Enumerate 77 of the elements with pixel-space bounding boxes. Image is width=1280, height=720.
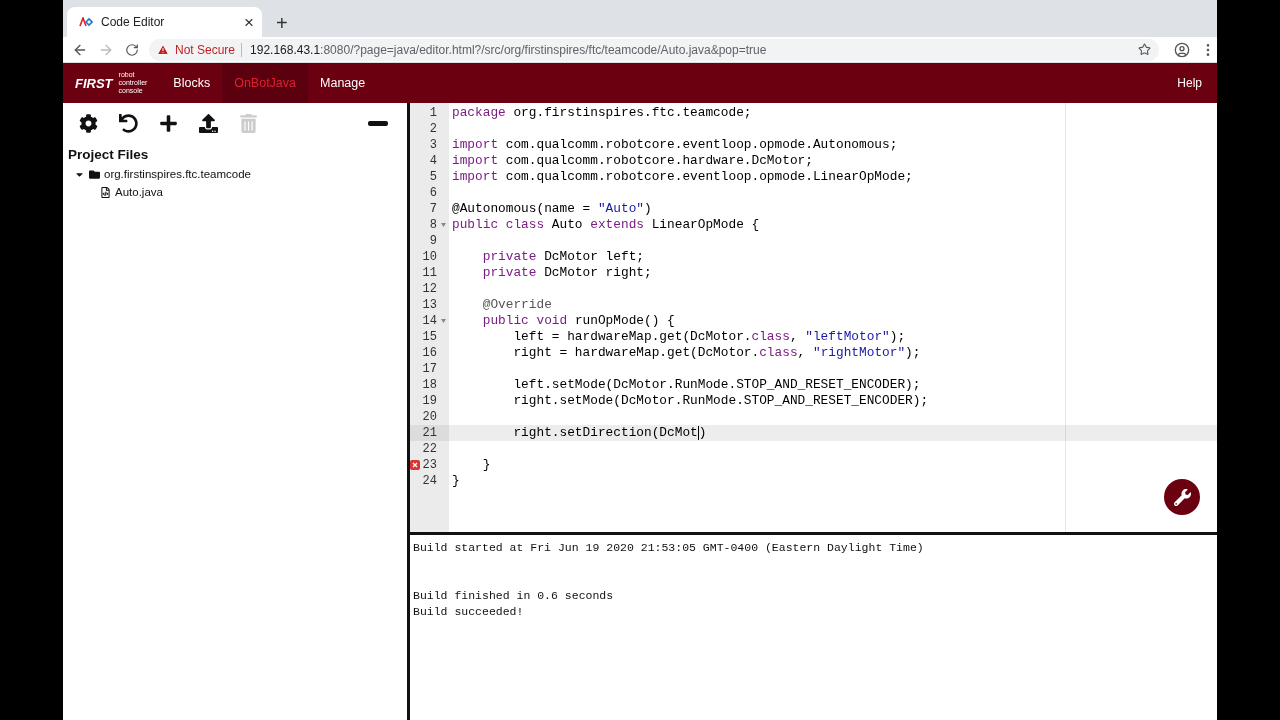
security-label: Not Secure — [175, 42, 236, 57]
console-line: Build started at Fri Jun 19 2020 21:53:05 GMT-0400 (Eastern Daylight Time) — [413, 540, 925, 556]
browser-tab[interactable]: Code Editor × — [67, 7, 262, 37]
plus-icon[interactable] — [159, 114, 178, 133]
code-editor[interactable] — [410, 103, 1217, 535]
code-line: public class Auto extends LinearOpMode { — [451, 217, 761, 233]
reload-icon[interactable] — [123, 42, 141, 57]
line-number: 6 — [428, 185, 438, 201]
help-link[interactable]: Help — [1177, 63, 1202, 103]
code-line: private DcMotor right; — [481, 265, 653, 281]
folder-icon — [89, 168, 100, 180]
nav-tab[interactable]: Manage — [308, 63, 378, 103]
code-line: public void runOpMode() { — [481, 313, 676, 329]
line-number: 18 — [421, 377, 438, 393]
undo-icon[interactable] — [119, 114, 138, 133]
warning-icon — [157, 43, 169, 56]
minimize-icon[interactable] — [368, 121, 388, 126]
line-number: 14 — [410, 313, 449, 329]
tree-label: org.firstinspires.ftc.teamcode — [104, 168, 251, 180]
wrench-icon — [1173, 488, 1191, 506]
fold-icon[interactable] — [441, 223, 446, 227]
nav-tab[interactable]: Blocks — [161, 63, 223, 103]
code-line: right.setMode(DcMotor.RunMode.STOP_AND_RESET_ENCODER); — [512, 393, 930, 409]
settings-icon[interactable] — [79, 114, 98, 133]
line-number: 11 — [421, 265, 438, 281]
line-number: 2 — [428, 121, 438, 137]
profile-icon[interactable] — [1173, 41, 1191, 58]
line-number: 10 — [421, 249, 438, 265]
code-line: left = hardwareMap.get(DcMotor.class, "leftMotor"); — [512, 329, 907, 345]
tree-item[interactable]: org.firstinspires.ftc.teamcode — [68, 165, 402, 183]
code-line: package org.firstinspires.ftc.teamcode; — [451, 105, 753, 121]
code-line: import com.qualcomm.robotcore.eventloop.opmode.LinearOpMode; — [451, 169, 914, 185]
tab-title: Code Editor — [101, 15, 166, 29]
code-line: import com.qualcomm.robotcore.eventloop.opmode.Autonomous; — [451, 137, 899, 153]
line-number: 21 — [410, 425, 449, 441]
upload-icon[interactable] — [199, 114, 218, 133]
line-number: 5 — [428, 169, 438, 185]
code-line: import com.qualcomm.robotcore.hardware.DcMotor; — [451, 153, 814, 169]
line-number: 13 — [421, 297, 438, 313]
code-line: right = hardwareMap.get(DcMotor.class, "rightMotor"); — [512, 345, 922, 361]
line-number: 22 — [421, 441, 438, 457]
console-line: Build succeeded! — [413, 604, 525, 620]
address-field[interactable]: Not Secure 192.168.43.1:8080/?page=java/editor.html?/src/org/firstinspires/ftc/teamcode/Auto.java&pop=true — [149, 38, 1159, 61]
line-number: 1 — [428, 105, 438, 121]
line-number: 12 — [421, 281, 438, 297]
panel-title: Project Files — [68, 147, 150, 162]
line-number: 20 — [421, 409, 438, 425]
fold-icon[interactable] — [441, 319, 446, 323]
new-tab-button[interactable]: + — [272, 13, 292, 33]
console-line: Build finished in 0.6 seconds — [413, 588, 615, 604]
logo-icon — [79, 17, 93, 27]
line-number: 8 — [410, 217, 449, 233]
line-number: 4 — [428, 153, 438, 169]
tree-label: Auto.java — [115, 186, 163, 198]
url-text: 192.168.43.1:8080/?page=java/editor.html?/src/org/firstinspires/ftc/teamcode/Auto.java&pop=true — [241, 42, 1132, 57]
line-number: 15 — [421, 329, 438, 345]
code-line: @Override — [481, 297, 553, 313]
code-line: } — [451, 473, 461, 489]
line-number: 9 — [428, 233, 438, 249]
text-cursor — [697, 425, 699, 440]
line-number: 24 — [421, 473, 438, 489]
code-line: private DcMotor left; — [481, 249, 645, 265]
tools-button[interactable] — [1164, 479, 1200, 515]
code-line: left.setMode(DcMotor.RunMode.STOP_AND_RESET_ENCODER); — [512, 377, 922, 393]
line-number: 3 — [428, 137, 438, 153]
star-icon[interactable] — [1138, 43, 1151, 56]
line-number: 16 — [421, 345, 438, 361]
line-number: 23 — [410, 457, 449, 473]
code-line: @Autonomous(name = "Auto") — [451, 201, 653, 217]
close-button[interactable]: × — [244, 13, 254, 31]
line-number: 17 — [421, 361, 438, 377]
line-number: 19 — [421, 393, 438, 409]
code-line: } — [481, 457, 492, 473]
line-number: 7 — [428, 201, 438, 217]
tree-item[interactable]: Auto.java — [68, 183, 402, 201]
file-icon — [100, 186, 111, 198]
logo-text: FIRST — [75, 75, 113, 91]
